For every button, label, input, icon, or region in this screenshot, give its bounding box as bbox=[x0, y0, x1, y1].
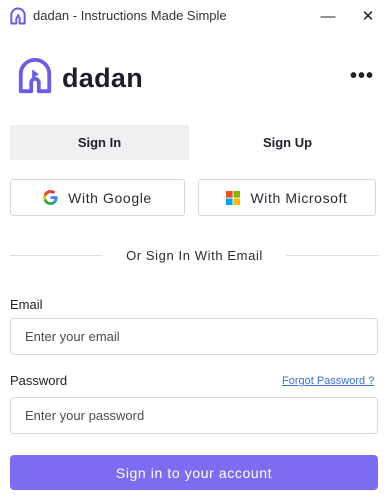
window-title: dadan - Instructions Made Simple bbox=[33, 8, 227, 23]
more-horizontal-icon: ••• bbox=[349, 64, 374, 87]
tab-sign-up[interactable]: Sign Up bbox=[198, 125, 377, 160]
google-icon bbox=[43, 190, 58, 205]
brand-name: dadan bbox=[62, 62, 144, 93]
password-field[interactable] bbox=[10, 397, 378, 434]
divider-line-right bbox=[286, 255, 379, 256]
google-signin-button[interactable]: With Google bbox=[10, 179, 185, 216]
google-button-label: With Google bbox=[68, 189, 152, 206]
sign-in-submit-button[interactable]: Sign in to your account bbox=[10, 455, 378, 490]
close-button[interactable]: ✕ bbox=[345, 0, 389, 32]
email-label: Email bbox=[10, 297, 43, 312]
brand-logo: dadan bbox=[16, 57, 144, 100]
microsoft-button-label: With Microsoft bbox=[250, 189, 348, 206]
email-signin-divider: Or Sign In With Email bbox=[126, 248, 263, 263]
divider-line-left bbox=[10, 255, 103, 256]
microsoft-icon bbox=[226, 190, 241, 205]
microsoft-signin-button[interactable]: With Microsoft bbox=[198, 179, 376, 216]
tab-sign-in[interactable]: Sign In bbox=[10, 125, 189, 160]
forgot-password-link[interactable]: Forgot Password ? bbox=[282, 375, 374, 387]
app-logo-icon bbox=[8, 6, 28, 26]
email-field[interactable] bbox=[10, 318, 378, 355]
dadan-logo-icon bbox=[16, 57, 54, 100]
more-options-button[interactable]: ••• bbox=[348, 64, 376, 88]
password-label: Password bbox=[10, 373, 68, 388]
title-bar: dadan - Instructions Made Simple — ✕ bbox=[0, 0, 389, 32]
